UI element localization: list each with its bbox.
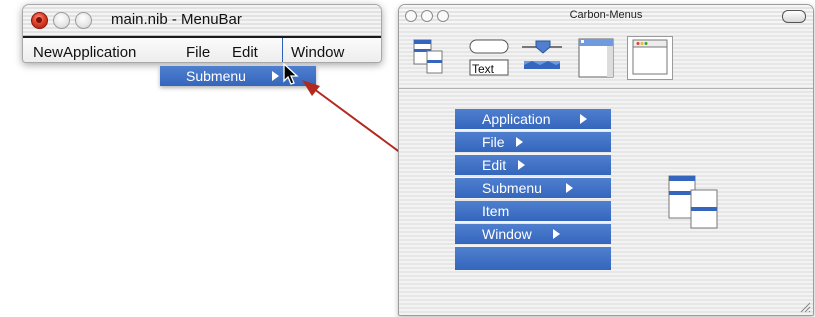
close-button[interactable]	[31, 12, 48, 29]
submenu-arrow-icon	[580, 114, 587, 124]
menu-item-label: Window	[482, 226, 532, 242]
mouse-pointer-icon	[283, 63, 299, 85]
enhanced-controls-palette-button[interactable]	[627, 36, 673, 80]
enhanced-controls-palette-icon	[632, 39, 668, 75]
controls-palette-button[interactable]: Text	[465, 36, 513, 80]
menubar-window: main.nib - MenuBar NewApplication File E…	[22, 4, 382, 63]
menu-item-submenu[interactable]: Submenu	[455, 178, 611, 198]
text-field-sample: Text	[472, 62, 495, 76]
zoom-button[interactable]	[75, 12, 92, 29]
sliders-palette-icon	[522, 40, 562, 69]
submenu-arrow-icon	[516, 137, 523, 147]
windows-palette-button[interactable]	[575, 36, 617, 80]
menu-item-application[interactable]: Application	[455, 109, 611, 129]
menu-item-blank[interactable]	[455, 247, 611, 270]
submenu-arrow-icon	[553, 229, 560, 239]
menu-item-file[interactable]: File	[455, 132, 611, 152]
submenu-arrow-icon	[566, 183, 573, 193]
menu-window[interactable]: Window	[291, 44, 344, 61]
minimize-button[interactable]	[53, 12, 70, 29]
menus-palette-icon	[413, 39, 443, 74]
window-titlebar[interactable]: main.nib - MenuBar	[23, 5, 381, 36]
menu-object-icon[interactable]	[667, 174, 727, 234]
menu-file[interactable]: File	[186, 44, 210, 61]
windows-palette-icon	[578, 38, 614, 78]
menu-edit[interactable]: Edit	[232, 44, 258, 61]
menu-item-label: Item	[482, 203, 510, 219]
carbon-menus-palette: Carbon-Menus Text Application File Edit …	[398, 4, 814, 316]
submenu-arrow-icon	[272, 71, 279, 81]
menu-item-edit[interactable]: Edit	[455, 155, 611, 175]
menu-item-window[interactable]: Window	[455, 224, 611, 244]
menu-item-label: Application	[482, 111, 551, 127]
window-title: main.nib - MenuBar	[111, 11, 242, 28]
menu-item-label: File	[482, 134, 505, 150]
insertion-marker	[282, 38, 283, 62]
menu-item-item[interactable]: Item	[455, 201, 611, 221]
submenu-arrow-icon	[518, 160, 525, 170]
palette-content: Application File Edit Submenu Item Windo…	[399, 89, 813, 315]
menus-palette-button[interactable]	[411, 36, 449, 80]
menu-item-label: Submenu	[482, 180, 542, 196]
toolbar-toggle-button[interactable]	[782, 10, 806, 23]
resize-grip-icon[interactable]	[799, 301, 811, 313]
sliders-palette-button[interactable]	[519, 36, 565, 80]
menu-bar: NewApplication File Edit Window	[23, 36, 381, 62]
palette-title: Carbon-Menus	[569, 9, 643, 21]
menu-template: Application File Edit Submenu Item Windo…	[455, 109, 611, 273]
menu-item-label: Edit	[482, 157, 507, 173]
menu-newapplication[interactable]: NewApplication	[33, 44, 136, 61]
dragged-submenu-label: Submenu	[186, 68, 246, 84]
palette-toolbar: Text	[399, 28, 813, 89]
palette-titlebar[interactable]: Carbon-Menus	[399, 5, 813, 27]
